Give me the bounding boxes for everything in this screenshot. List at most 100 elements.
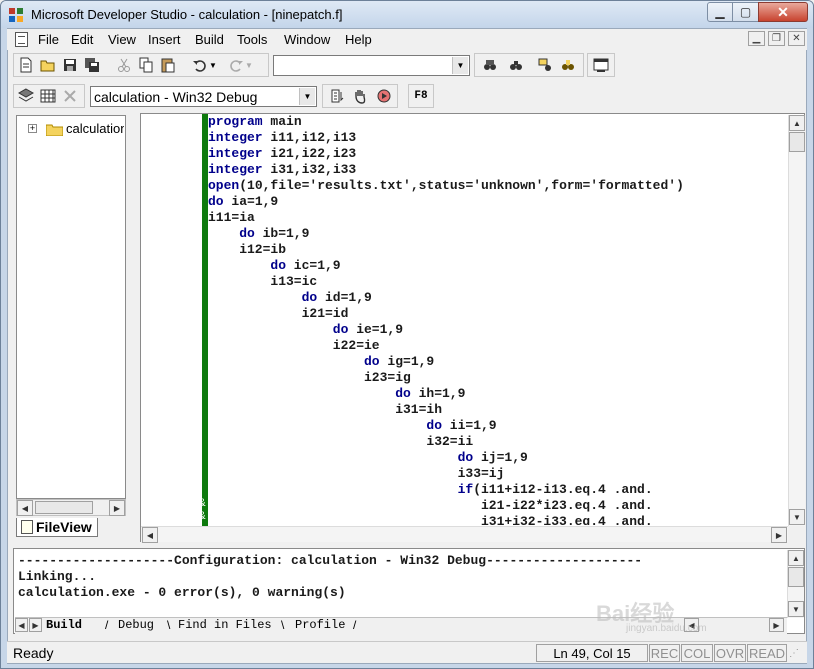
delete-button[interactable] — [59, 85, 81, 107]
code-line: do ib=1,9 — [239, 226, 309, 242]
class-wizard-button[interactable] — [15, 85, 37, 107]
build-toolbar — [322, 84, 398, 108]
tree-expand-toggle[interactable]: + — [28, 124, 37, 133]
file-tree[interactable]: + calculation — [16, 115, 126, 499]
minimize-button[interactable]: ▁ — [707, 2, 733, 22]
scroll-thumb[interactable] — [789, 132, 805, 152]
continuation-marks: & & — [199, 498, 206, 524]
up-arrow-icon: ▲ — [793, 118, 801, 128]
mdi-restore-button[interactable]: ❐ — [768, 31, 785, 46]
maximize-button[interactable]: ▢ — [732, 2, 759, 22]
find-combo-dropdown[interactable]: ▼ — [452, 57, 468, 74]
tab-separator: \ — [167, 618, 171, 632]
menu-build[interactable]: Build — [195, 32, 224, 47]
close-button[interactable]: ✕ — [758, 2, 808, 22]
scroll-up-button[interactable]: ▲ — [788, 550, 804, 566]
editor-vertical-scrollbar[interactable]: ▲ ▼ — [788, 115, 805, 526]
code-text: ij=1,9 — [473, 450, 528, 465]
code-line: i32=ii — [426, 434, 473, 450]
scroll-right-button[interactable]: ▶ — [109, 500, 125, 516]
tab-build[interactable]: Build — [46, 618, 82, 633]
resize-grip-icon[interactable]: ⋰ — [789, 648, 803, 662]
code-text: i33=ij — [457, 466, 505, 481]
code-editor[interactable]: & & program main integer i11,i12,i13 integ… — [140, 113, 805, 543]
window-title: Microsoft Developer Studio - calculation… — [31, 7, 343, 22]
menu-tools[interactable]: Tools — [237, 32, 267, 47]
scroll-left-button[interactable]: ◀ — [142, 527, 158, 543]
go-button[interactable] — [373, 85, 395, 107]
wizard-toolbar — [13, 84, 85, 108]
binoculars-folder-icon — [484, 60, 496, 70]
save-all-button[interactable] — [81, 54, 103, 76]
scroll-left-button[interactable]: ◀ — [17, 500, 33, 516]
code-line: do ii=1,9 — [426, 418, 496, 434]
find-button[interactable] — [535, 54, 557, 76]
down-arrow-icon: ▼ — [793, 512, 801, 522]
save-button[interactable] — [59, 54, 81, 76]
code-keyword: do — [457, 450, 474, 465]
tab-fileview[interactable]: FileView — [16, 518, 98, 537]
code-text: ic=1,9 — [286, 258, 341, 273]
compile-icon — [331, 89, 344, 103]
tab-find-in-files[interactable]: Find in Files — [178, 618, 272, 633]
copy-button[interactable] — [135, 54, 157, 76]
hand-icon — [355, 90, 366, 104]
tab-debug[interactable]: Debug — [118, 618, 154, 633]
restore-icon: ❐ — [772, 33, 781, 44]
code-line: i22=ie — [333, 338, 380, 354]
configuration-dropdown[interactable]: ▼ — [299, 88, 315, 105]
stop-build-button[interactable] — [349, 85, 371, 107]
find-next-button[interactable] — [557, 54, 579, 76]
cut-button[interactable] — [113, 54, 135, 76]
menu-file[interactable]: File — [38, 32, 59, 47]
undo-dropdown[interactable]: ▼ — [207, 54, 219, 76]
code-line: integer i11,i12,i13 — [208, 130, 356, 146]
code-text: i22=ie — [332, 338, 380, 353]
title-bar[interactable]: Microsoft Developer Studio - calculation… — [1, 1, 813, 28]
workspace-toolbar — [587, 53, 615, 77]
scroll-thumb[interactable] — [788, 567, 804, 587]
left-arrow-icon: ◀ — [21, 503, 29, 513]
mdi-minimize-button[interactable]: ▁ — [748, 31, 765, 46]
workspace-button[interactable] — [590, 54, 612, 76]
close-icon: ✕ — [792, 33, 801, 44]
code-line: do ic=1,9 — [270, 258, 340, 274]
menu-window[interactable]: Window — [284, 32, 330, 47]
tabs-scroll-right-button[interactable]: ▶ — [29, 618, 42, 632]
redo-dropdown[interactable]: ▼ — [243, 54, 255, 76]
scroll-up-button[interactable]: ▲ — [789, 115, 805, 131]
tabs-scroll-left-button[interactable]: ◀ — [15, 618, 28, 632]
close-icon: ✕ — [777, 3, 789, 20]
code-line: do ih=1,9 — [395, 386, 465, 402]
find-combo[interactable]: ▼ — [273, 55, 470, 76]
mdi-close-button[interactable]: ✕ — [788, 31, 805, 46]
new-text-file-button[interactable] — [15, 54, 37, 76]
document-icon[interactable] — [15, 32, 28, 47]
compile-button[interactable] — [326, 85, 348, 107]
workspace-horizontal-scrollbar[interactable]: ◀ ▶ — [16, 499, 126, 516]
menu-view[interactable]: View — [108, 32, 136, 47]
scroll-thumb[interactable] — [35, 501, 93, 514]
scroll-down-button[interactable]: ▼ — [789, 509, 805, 525]
code-keyword: integer — [208, 146, 263, 161]
resource-button[interactable] — [37, 85, 59, 107]
scroll-right-button[interactable]: ▶ — [771, 527, 787, 543]
tree-item-calculation[interactable]: calculation — [66, 121, 124, 136]
menu-insert[interactable]: Insert — [148, 32, 181, 47]
scissors-icon — [118, 58, 130, 72]
workspace-tabs: FileView — [16, 518, 126, 538]
editor-horizontal-scrollbar[interactable]: ◀ ▶ — [141, 526, 788, 543]
insert-breakpoint-button[interactable]: F8 — [410, 85, 432, 107]
code-keyword: program — [208, 114, 263, 129]
code-text: i21,i22,i23 — [262, 146, 357, 161]
code-text-area[interactable]: program main integer i11,i12,i13 integer i… — [208, 114, 788, 525]
menu-edit[interactable]: Edit — [71, 32, 93, 47]
find-replace-button[interactable] — [505, 54, 527, 76]
menu-help[interactable]: Help — [345, 32, 372, 47]
tab-profile[interactable]: Profile — [295, 618, 345, 633]
configuration-combo[interactable]: calculation - Win32 Debug ▼ — [90, 86, 317, 107]
paste-button[interactable] — [157, 54, 179, 76]
left-arrow-icon: ◀ — [146, 530, 154, 540]
open-button[interactable] — [37, 54, 59, 76]
find-in-files-button[interactable] — [479, 54, 501, 76]
